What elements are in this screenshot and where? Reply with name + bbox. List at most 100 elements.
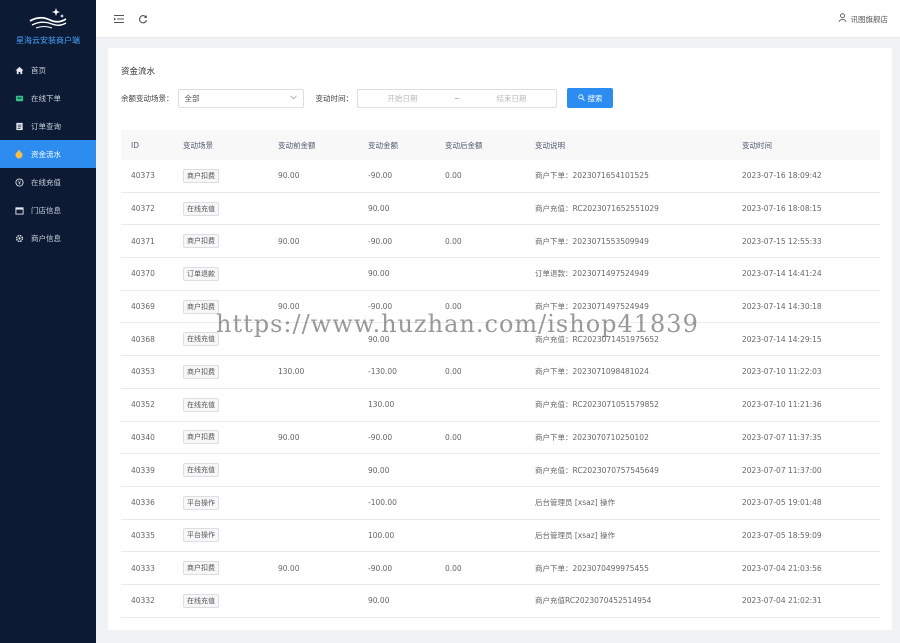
top-header: 讯图旗舰店 xyxy=(96,0,900,38)
end-date-input[interactable]: 结束日期 xyxy=(467,93,556,104)
cell-amount: -90.00 xyxy=(368,171,393,181)
start-date-input[interactable]: 开始日期 xyxy=(358,93,447,104)
table-header: ID 变动场景 变动前金额 变动金额 变动后金额 变动说明 变动时间 xyxy=(121,130,880,160)
cell-scene: 平台操作 xyxy=(183,528,278,543)
cell-amount: -90.00 xyxy=(368,302,393,312)
cell-scene: 平台操作 xyxy=(183,495,278,510)
table-row: 40336 平台操作 -100.00 后台管理员 [xsaz] 操作 2023-07-0… xyxy=(121,487,880,520)
cell-id: 40368 xyxy=(131,334,155,344)
sidebar-item-store-info[interactable]: 门店信息 xyxy=(0,196,96,224)
cell-id: 40332 xyxy=(131,596,155,606)
sidebar-item-label: 在线下单 xyxy=(31,93,61,103)
cell-time: 2023-07-04 21:02:31 xyxy=(742,596,822,606)
table-row: 40352 在线充值 130.00 商户充值：RC2023071051579852 20… xyxy=(121,389,880,422)
column-header-time: 变动时间 xyxy=(742,140,772,150)
cell-time: 2023-07-16 18:08:15 xyxy=(742,204,822,214)
cell-time: 2023-07-14 14:30:18 xyxy=(742,302,822,312)
cell-time: 2023-07-16 18:09:42 xyxy=(742,171,822,181)
column-header-before: 变动前金额 xyxy=(278,140,316,150)
sidebar-item-merchant-info[interactable]: 商户信息 xyxy=(0,224,96,252)
user-menu[interactable]: 讯图旗舰店 xyxy=(838,13,888,25)
search-button[interactable]: 搜索 xyxy=(567,88,613,108)
scene-tag: 在线充值 xyxy=(183,201,219,216)
cell-scene: 商户扣费 xyxy=(183,168,278,183)
recharge-icon: ¥ xyxy=(14,177,24,187)
sidebar-item-label: 商户信息 xyxy=(31,233,61,243)
scene-select[interactable]: 全部 xyxy=(177,88,304,108)
table-row: 40333 商户扣费 90.00 -90.00 0.00 商户下单：20230704999… xyxy=(121,552,880,585)
home-icon xyxy=(14,65,24,75)
sidebar-item-order-query[interactable]: 订单查询 xyxy=(0,112,96,140)
cell-id: 40353 xyxy=(131,367,155,377)
table-row: 40368 在线充值 90.00 商户充值：RC2023071451975652 202… xyxy=(121,323,880,357)
cell-description: 商户下单：2023070499975455 xyxy=(535,563,649,573)
cell-id: 40339 xyxy=(131,465,155,475)
table-row: 40340 商户扣费 90.00 -90.00 0.00 商户下单：20230707102… xyxy=(121,422,880,455)
chevron-down-icon xyxy=(289,94,297,102)
sidebar-item-fund-flow[interactable]: 资金流水 xyxy=(0,140,96,168)
cell-id: 40336 xyxy=(131,498,155,508)
cell-description: 商户充值：RC2023071652551029 xyxy=(535,204,659,214)
cell-id: 40371 xyxy=(131,236,155,246)
cell-time: 2023-07-10 11:21:36 xyxy=(742,400,822,410)
cell-before: 130.00 xyxy=(278,367,305,377)
sidebar-item-label: 订单查询 xyxy=(31,121,61,131)
sidebar-item-online-order[interactable]: 在线下单 xyxy=(0,84,96,112)
cell-before: 90.00 xyxy=(278,236,300,246)
sidebar-item-label: 门店信息 xyxy=(31,205,61,215)
cell-before: 90.00 xyxy=(278,171,300,181)
sidebar-item-label: 在线充值 xyxy=(31,177,61,187)
cell-amount: -90.00 xyxy=(368,236,393,246)
table-row: 40372 在线充值 90.00 商户充值：RC2023071652551029 202… xyxy=(121,193,880,226)
scene-tag: 在线充值 xyxy=(183,397,219,412)
date-range-picker[interactable]: 开始日期 ~ 结束日期 xyxy=(357,88,557,108)
menu-toggle-icon[interactable] xyxy=(112,12,126,26)
time-filter-label: 变动时间： xyxy=(315,93,354,103)
cell-id: 40373 xyxy=(131,171,155,181)
scene-tag: 在线充值 xyxy=(183,593,219,608)
cell-after: 0.00 xyxy=(445,171,462,181)
cell-after: 0.00 xyxy=(445,302,462,312)
list-icon xyxy=(14,121,24,131)
scene-tag: 平台操作 xyxy=(183,528,219,543)
cell-before: 90.00 xyxy=(278,432,300,442)
order-icon xyxy=(14,93,24,103)
cell-description: 商户充值RC2023070452514954 xyxy=(535,596,652,606)
sidebar-item-online-recharge[interactable]: ¥ 在线充值 xyxy=(0,168,96,196)
cell-time: 2023-07-05 19:01:48 xyxy=(742,498,822,508)
sidebar-nav: 首页 在线下单 订单查询 资金流水 ¥ 在线充值 门店信息 商户信息 xyxy=(0,56,96,252)
cell-time: 2023-07-14 14:41:24 xyxy=(742,269,822,279)
scene-tag: 平台操作 xyxy=(183,495,219,510)
sidebar-item-home[interactable]: 首页 xyxy=(0,56,96,84)
cell-amount: 90.00 xyxy=(368,204,390,214)
cell-id: 40369 xyxy=(131,302,155,312)
table-row: 40339 在线充值 90.00 商户充值：RC2023070757545649 202… xyxy=(121,454,880,487)
page-title: 资金流水 xyxy=(121,67,156,77)
column-header-id: ID xyxy=(131,140,139,150)
logo-icon xyxy=(29,8,67,29)
cell-amount: -90.00 xyxy=(368,563,393,573)
cell-description: 商户下单：2023070710250102 xyxy=(535,432,649,442)
main-card: 资金流水 余额变动场景： 全部 变动时间： 开始日期 ~ 结束日期 搜索 ID … xyxy=(108,48,892,630)
fund-flow-table: ID 变动场景 变动前金额 变动金额 变动后金额 变动说明 变动时间 40373… xyxy=(121,130,880,618)
sidebar: 星海云安装商户端 首页 在线下单 订单查询 资金流水 ¥ 在线充值 门店信息 商… xyxy=(0,0,96,643)
filter-bar: 余额变动场景： 全部 变动时间： 开始日期 ~ 结束日期 搜索 xyxy=(121,88,613,108)
cell-scene: 在线充值 xyxy=(183,397,278,412)
cell-before: 90.00 xyxy=(278,302,300,312)
cell-description: 后台管理员 [xsaz] 操作 xyxy=(535,498,615,508)
cell-amount: 90.00 xyxy=(368,596,390,606)
cell-amount: 130.00 xyxy=(368,400,395,410)
cell-amount: -130.00 xyxy=(368,367,397,377)
refresh-icon[interactable] xyxy=(136,12,150,26)
date-separator: ~ xyxy=(453,93,461,103)
cell-scene: 订单退款 xyxy=(183,266,278,281)
scene-select-value: 全部 xyxy=(184,93,200,103)
cell-amount: 90.00 xyxy=(368,269,390,279)
cell-description: 商户下单：2023071553509949 xyxy=(535,236,649,246)
cell-scene: 商户扣费 xyxy=(183,299,278,314)
cell-description: 商户充值：RC2023071051579852 xyxy=(535,400,659,410)
cell-amount: -100.00 xyxy=(368,498,397,508)
cell-description: 订单退款：2023071497524949 xyxy=(535,269,649,279)
svg-text:¥: ¥ xyxy=(17,180,21,186)
search-icon xyxy=(577,93,585,103)
